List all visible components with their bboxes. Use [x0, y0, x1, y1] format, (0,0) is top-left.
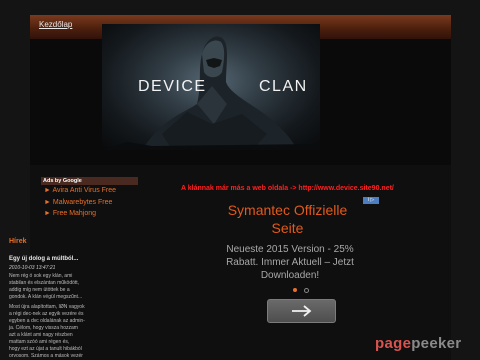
banner-title-right: CLAN [259, 78, 308, 95]
post-date: 2010-10-03 13:47:21 [9, 265, 56, 271]
post-line: a régi dec-nek az egyik vezére és [9, 311, 84, 317]
announcement-text[interactable]: A klánnak már más a web oldala -> http:/… [181, 185, 394, 192]
post-line: orvosom. Számos a mások vezér [9, 353, 83, 359]
ad-link-avira[interactable]: ► Avira Anti Virus Free [44, 187, 116, 194]
ad-headline-line1[interactable]: Symantec Offizielle [200, 202, 375, 218]
watermark-part2: peeker [411, 335, 462, 352]
ad-link-mahjong[interactable]: ► Free Mahjong [44, 210, 96, 217]
ads-by-google-label[interactable]: Ads by Google [41, 177, 138, 185]
post-line: Nem rég ó sok egy klán, ami [9, 273, 73, 279]
post-line: egyben a dvc oldalának az admin- [9, 318, 85, 324]
ad-next-button[interactable] [267, 299, 336, 323]
nav-home-link[interactable]: Kezdőlap [39, 20, 72, 29]
post-line: stabilan és elszántan működött, [9, 280, 80, 286]
carousel-dot-active[interactable] [293, 288, 297, 292]
ad-link-malwarebytes[interactable]: ► Malwarebytes Free [44, 199, 112, 206]
ad-body-line3: Downloaden! [260, 270, 320, 281]
banner-title-left: DEVICE [138, 78, 207, 95]
ad-body-line1: Neueste 2015 Version - 25% [226, 244, 354, 255]
post-line: Most újra alapítottam, IØN vagyok [9, 304, 85, 310]
watermark-part1: page [375, 335, 412, 352]
ad-headline-line2[interactable]: Seite [200, 220, 375, 236]
post-line: addig míg nem ütöttek be a [9, 287, 70, 293]
post-paragraph-1: Nem rég ó sok egy klán, ami stabilan és … [9, 273, 103, 301]
carousel-dot[interactable] [304, 288, 309, 293]
ad-body-line2: Rabatt. Immer Aktuell – Jetzt [226, 257, 354, 268]
post-line: mattam szóó ami régen és, [9, 339, 70, 345]
post-line: gondok. A klán végül megszűnt... [9, 294, 83, 300]
post-line: hogy ezt az újat a tanult hibákból [9, 346, 82, 352]
post-title[interactable]: Egy új dolog a múltból... [9, 256, 78, 262]
post-line: ja. Célom, hogy vissza hozzam [9, 325, 78, 331]
news-section-title: Hírek [9, 238, 27, 245]
arrow-right-icon [292, 305, 312, 317]
post-paragraph-2: Most újra alapítottam, IØN vagyok a régi… [9, 304, 103, 360]
pagepeeker-watermark: pagepeeker [375, 335, 461, 352]
post-line: azt a klánt ami nagy részben [9, 332, 73, 338]
